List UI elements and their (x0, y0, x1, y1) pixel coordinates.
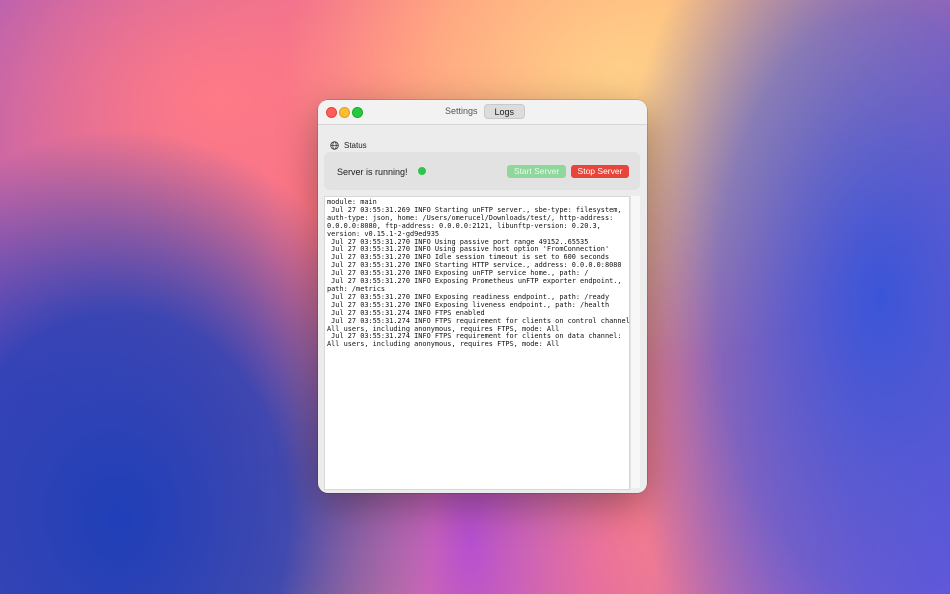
log-line: Jul 27 03:55:31.270 INFO Exposing readin… (331, 292, 610, 301)
log-line: 0.0.0.0:8080, ftp-address: 0.0.0.0:2121,… (327, 221, 601, 230)
log-output[interactable]: module: main Jul 27 03:55:31.269 INFO St… (324, 196, 634, 490)
log-line: Jul 27 03:55:31.270 INFO Exposing livene… (331, 300, 610, 309)
log-line: Jul 27 03:55:31.274 INFO FTPS enabled (331, 308, 485, 317)
status-section-title: Status (344, 140, 367, 150)
status-section-header: Status (330, 139, 367, 151)
server-status-text: Server is running! (337, 167, 408, 177)
log-line: Jul 27 03:55:31.270 INFO Exposing unFTP … (331, 269, 589, 278)
status-indicator (418, 167, 426, 175)
globe-icon (330, 140, 339, 150)
log-line: All users, including anonymous, requires… (327, 324, 560, 333)
title-bar: Settings Logs (318, 100, 647, 125)
minimize-window-button[interactable] (339, 107, 350, 118)
tab-bar: Settings Logs (439, 104, 526, 119)
log-line: Jul 27 03:55:31.270 INFO Using passive p… (331, 237, 589, 246)
tab-settings[interactable]: Settings (439, 104, 484, 119)
log-text: module: main Jul 27 03:55:31.269 INFO St… (325, 197, 634, 349)
log-line: Jul 27 03:55:31.274 INFO FTPS requiremen… (331, 332, 622, 341)
log-line: Jul 27 03:55:31.274 INFO FTPS requiremen… (331, 316, 634, 325)
stop-server-button[interactable]: Stop Server (571, 165, 629, 178)
zoom-window-button[interactable] (352, 107, 363, 118)
app-window: Settings Logs Status Server is running! … (318, 100, 647, 493)
tab-logs[interactable]: Logs (483, 104, 526, 119)
log-line: Jul 27 03:55:31.270 INFO Idle session ti… (331, 253, 610, 262)
log-line: auth-type: json, home: /Users/omerucel/D… (327, 213, 614, 222)
log-line: Jul 27 03:55:31.270 INFO Using passive h… (331, 245, 610, 254)
log-line: path: /metrics (327, 284, 386, 293)
close-window-button[interactable] (326, 107, 337, 118)
status-panel: Server is running! Start Server Stop Ser… (324, 152, 640, 190)
log-line: All users, including anonymous, requires… (327, 340, 560, 349)
log-line: Jul 27 03:55:31.269 INFO Starting unFTP … (331, 205, 622, 214)
start-server-button[interactable]: Start Server (507, 165, 566, 178)
log-scrollbar[interactable] (630, 196, 640, 488)
log-line: Jul 27 03:55:31.270 INFO Exposing Promet… (331, 277, 622, 286)
log-line: Jul 27 03:55:31.270 INFO Starting HTTP s… (331, 261, 622, 270)
log-line: module: main (327, 198, 377, 206)
log-line: version: v0.15.1-2-gd9ed935 (327, 229, 440, 238)
